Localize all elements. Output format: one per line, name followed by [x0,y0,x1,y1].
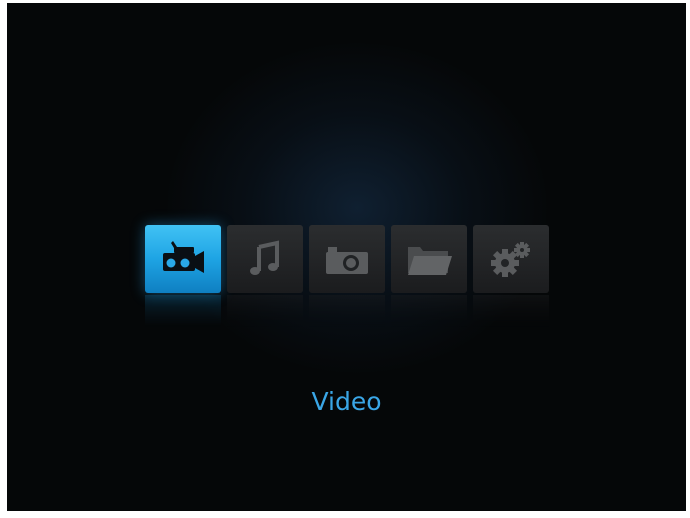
menu-reflection [145,295,549,335]
video-camera-icon [159,239,207,279]
menu-item-files[interactable] [391,225,467,293]
gears-icon [488,239,534,279]
tv-screen: Video [7,3,686,511]
menu-item-settings[interactable] [473,225,549,293]
folder-icon [404,239,454,279]
main-menu-bar [145,225,549,293]
music-note-icon [245,239,285,279]
menu-item-photo[interactable] [309,225,385,293]
selected-item-label: Video [311,387,382,416]
menu-item-video[interactable] [145,225,221,293]
menu-item-music[interactable] [227,225,303,293]
camera-icon [324,239,370,279]
